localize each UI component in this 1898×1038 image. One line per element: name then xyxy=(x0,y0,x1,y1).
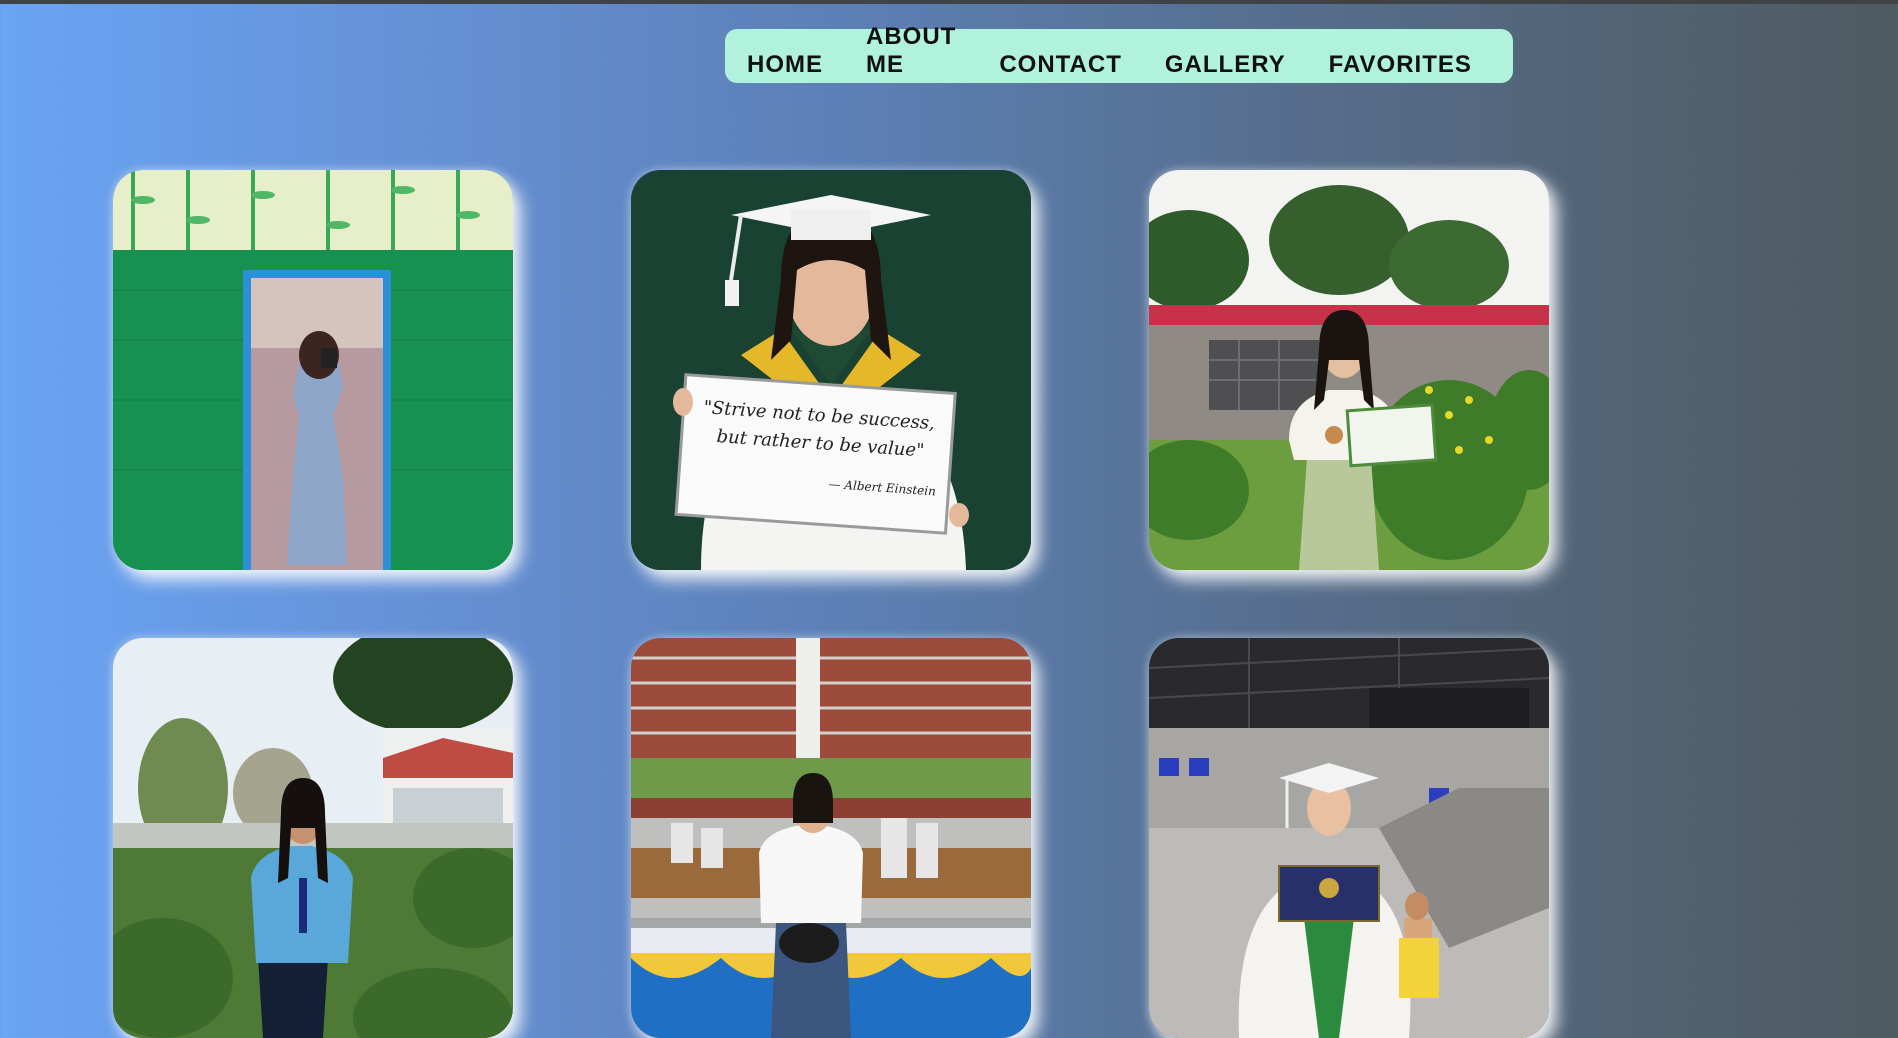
gallery-photo-certificate[interactable] xyxy=(1149,170,1549,570)
nav-contact[interactable]: CONTACT xyxy=(999,51,1122,83)
main-nav: HOME ABOUT ME CONTACT GALLERY FAVORITES xyxy=(725,23,1513,83)
photo-mirror-selfie-image xyxy=(113,170,513,570)
nav-favorites[interactable]: FAVORITES xyxy=(1329,51,1472,83)
photo-graduation-portrait-image: "Strive not to be success, but rather to… xyxy=(631,170,1031,570)
gallery-photo-campus[interactable] xyxy=(113,638,513,1038)
photo-gym-graduation-image xyxy=(1149,638,1549,1038)
gallery-photo-graduation-portrait[interactable]: "Strive not to be success, but rather to… xyxy=(631,170,1031,570)
top-bar xyxy=(0,0,1898,4)
gallery-photo-mirror-selfie[interactable] xyxy=(113,170,513,570)
photo-campus-image xyxy=(113,638,513,1038)
nav-home[interactable]: HOME xyxy=(747,51,823,83)
photo-pavilion-image xyxy=(631,638,1031,1038)
gallery-photo-gym-graduation[interactable] xyxy=(1149,638,1549,1038)
nav-gallery[interactable]: GALLERY xyxy=(1165,51,1286,83)
gallery-photo-pavilion[interactable] xyxy=(631,638,1031,1038)
photo-certificate-image xyxy=(1149,170,1549,570)
nav-about-me[interactable]: ABOUT ME xyxy=(866,23,956,83)
